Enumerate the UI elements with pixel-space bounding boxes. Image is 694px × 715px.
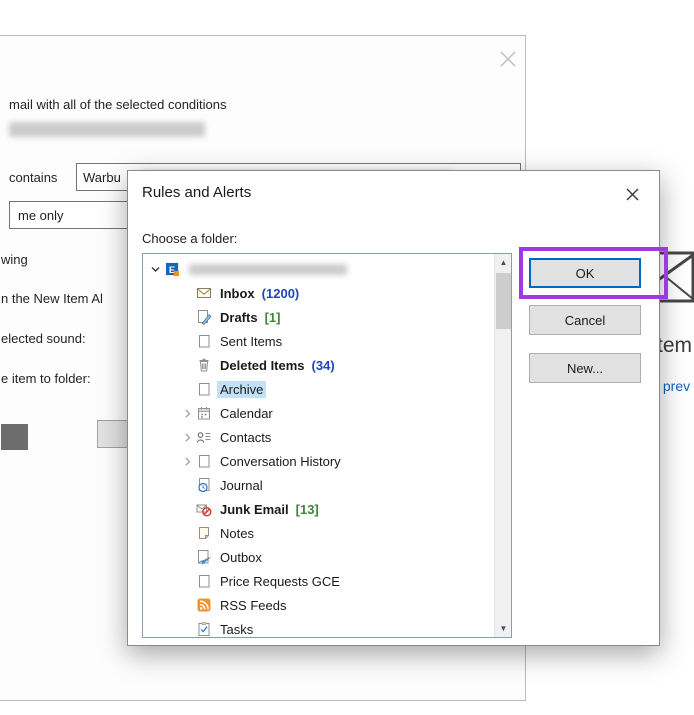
me-only-dropdown[interactable]: me only	[9, 201, 131, 229]
exchange-account-icon: E	[163, 261, 181, 277]
calendar-icon	[195, 405, 213, 421]
folder-row-deleted-items[interactable]: Deleted Items (34)	[143, 353, 494, 377]
chevron-down-icon[interactable]	[147, 261, 163, 277]
folder-row-journal[interactable]: Journal	[143, 473, 494, 497]
folder-label: Notes	[220, 525, 254, 541]
new-button[interactable]: New...	[529, 353, 641, 383]
folder-row-inbox[interactable]: Inbox (1200)	[143, 281, 494, 305]
choose-folder-label: Choose a folder:	[142, 231, 238, 246]
drafts-icon	[195, 309, 213, 325]
folder-label: Drafts	[220, 309, 258, 325]
contacts-icon	[195, 429, 213, 445]
scrollbar-thumb[interactable]	[496, 273, 511, 329]
folder-count: (1200)	[261, 285, 300, 301]
folder-row-account-root[interactable]: E	[143, 257, 494, 281]
folder-row-notes[interactable]: Notes	[143, 521, 494, 545]
folder-tree-rows: E Inbox (1200) Drafts [1] Sent Items Deleted I…	[143, 257, 494, 637]
folder-row-outbox[interactable]: Outbox	[143, 545, 494, 569]
folder-label: Inbox	[220, 285, 255, 301]
folder-label: Price Requests GCE	[220, 573, 340, 589]
folder-row-tasks[interactable]: Tasks	[143, 617, 494, 637]
folder-row-price-requests-gce[interactable]: Price Requests GCE	[143, 569, 494, 593]
text-fragment-item: tem	[657, 334, 693, 357]
notes-icon	[195, 525, 213, 541]
folder-count: (34)	[311, 357, 335, 373]
folder-icon	[195, 333, 213, 349]
folder-label: Junk Email	[220, 501, 289, 517]
account-name-redacted	[189, 263, 347, 275]
contains-label: contains	[9, 170, 58, 185]
ok-button[interactable]: OK	[529, 258, 641, 288]
dropdown-value: me only	[18, 207, 64, 223]
folder-label: Archive	[217, 380, 267, 398]
folder-label: Conversation History	[220, 453, 341, 469]
redacted-text-strip	[9, 122, 205, 137]
button-fragment[interactable]	[97, 420, 128, 448]
deleted-items-icon	[195, 357, 213, 373]
folder-icon	[195, 573, 213, 589]
folder-row-junk-email[interactable]: Junk Email [13]	[143, 497, 494, 521]
folder-row-contacts[interactable]: Contacts	[143, 425, 494, 449]
folder-label: Journal	[220, 477, 263, 493]
scrollbar[interactable]: ▲ ▼	[494, 254, 511, 637]
junk-email-icon	[195, 501, 213, 517]
folder-row-rss-feeds[interactable]: RSS Feeds	[143, 593, 494, 617]
button-fragment-dark[interactable]	[1, 424, 28, 450]
folder-tree: E Inbox (1200) Drafts [1] Sent Items Deleted I…	[142, 253, 512, 638]
folder-count: [1]	[264, 309, 281, 325]
folder-icon	[195, 453, 213, 469]
scroll-down-icon[interactable]: ▼	[495, 620, 511, 637]
rules-alerts-dialog: Rules and Alerts Choose a folder: E Inbox…	[127, 170, 660, 646]
condition-description: mail with all of the selected conditions	[9, 97, 227, 112]
folder-label: Outbox	[220, 549, 262, 565]
chevron-right-icon[interactable]	[179, 405, 195, 421]
folder-label: Sent Items	[220, 333, 283, 349]
folder-row-archive[interactable]: Archive	[143, 377, 494, 401]
folder-row-drafts[interactable]: Drafts [1]	[143, 305, 494, 329]
journal-icon	[195, 477, 213, 493]
scroll-up-icon[interactable]: ▲	[495, 254, 511, 271]
chevron-right-icon[interactable]	[179, 429, 195, 445]
close-icon[interactable]	[623, 185, 641, 203]
folder-label: Deleted Items	[220, 357, 305, 373]
folder-row-sent-items[interactable]: Sent Items	[143, 329, 494, 353]
folder-row-calendar[interactable]: Calendar	[143, 401, 494, 425]
close-icon[interactable]	[496, 47, 520, 71]
text-fragment-selected-sound: elected sound:	[1, 331, 86, 346]
outbox-icon	[195, 549, 213, 565]
folder-label: Contacts	[220, 429, 272, 445]
text-fragment-wing: wing	[1, 252, 28, 267]
inbox-icon	[195, 285, 213, 301]
folder-row-conversation-history[interactable]: Conversation History	[143, 449, 494, 473]
text-fragment-new-item-alert: n the New Item Al	[1, 291, 103, 306]
dialog-title: Rules and Alerts	[142, 184, 252, 201]
text-fragment-move-item: e item to folder:	[1, 371, 91, 386]
folder-label: Calendar	[220, 405, 273, 421]
folder-label: Tasks	[220, 621, 254, 637]
chevron-right-icon[interactable]	[179, 453, 195, 469]
folder-label: RSS Feeds	[220, 597, 287, 613]
folder-count: [13]	[295, 501, 319, 517]
folder-icon	[195, 381, 213, 397]
tasks-icon	[195, 621, 213, 637]
rss-icon	[195, 597, 213, 613]
cancel-button[interactable]: Cancel	[529, 305, 641, 335]
